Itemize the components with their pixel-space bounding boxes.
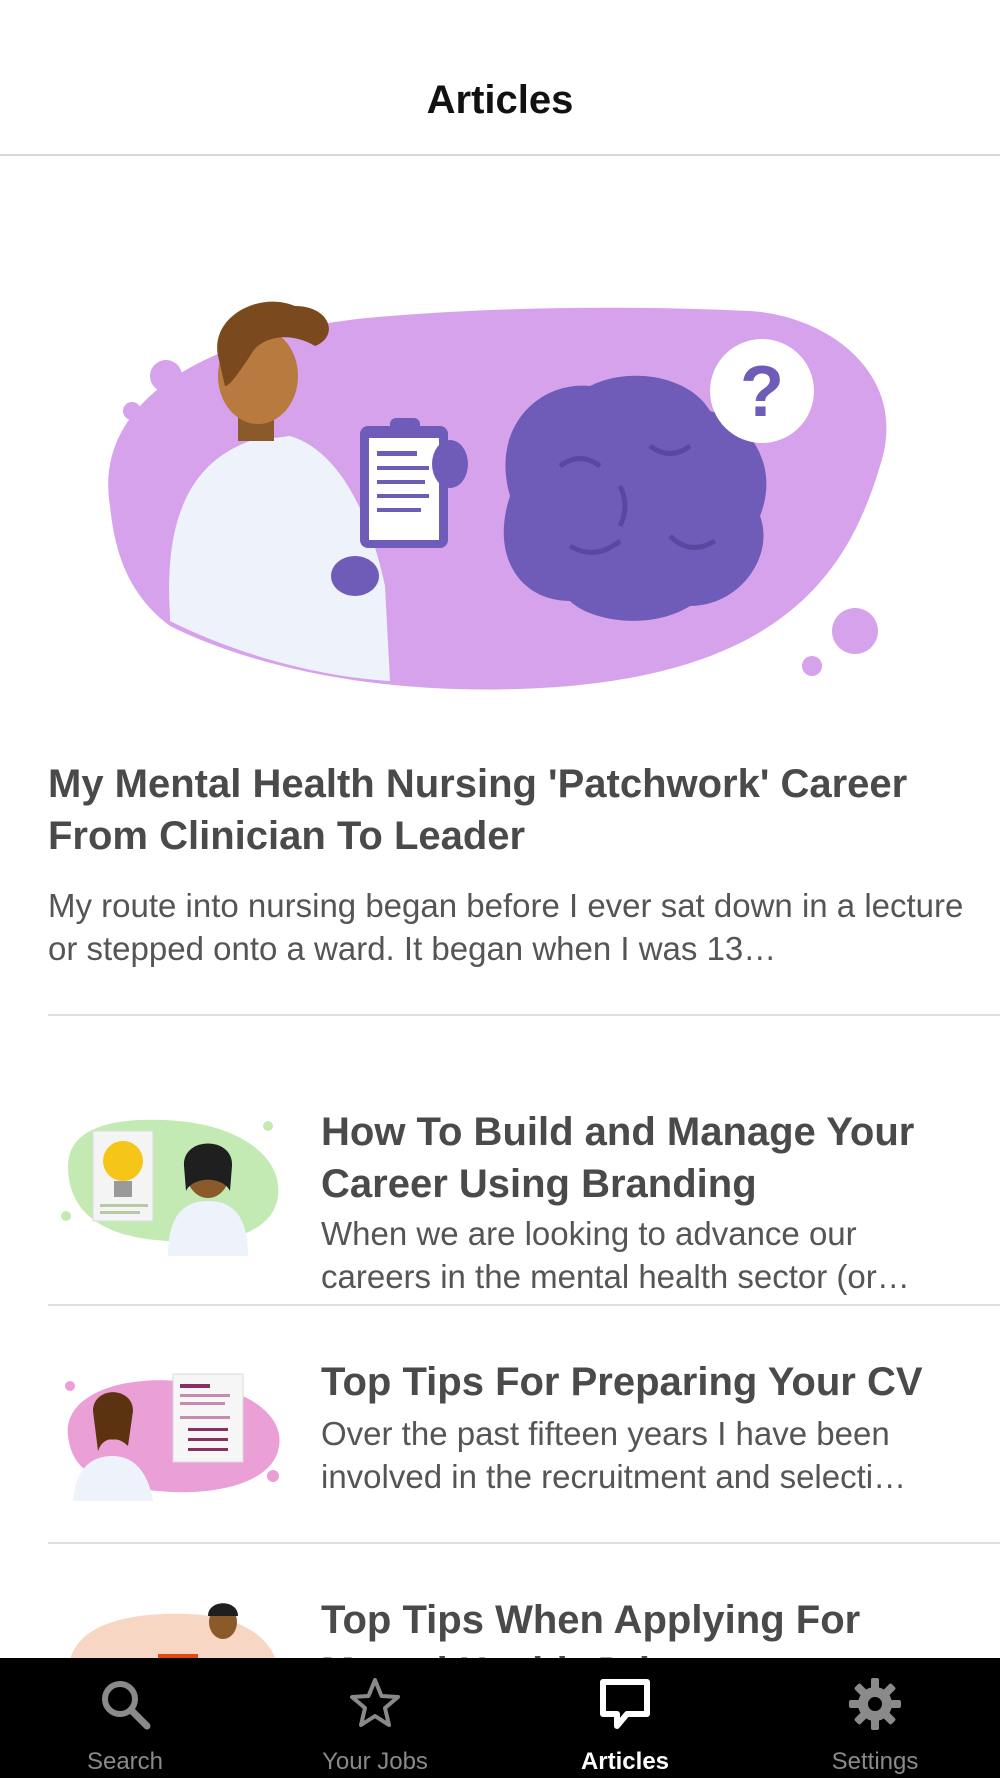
article-title[interactable]: Top Tips When Applying For Mental Health… <box>321 1594 981 1658</box>
featured-article-title[interactable]: My Mental Health Nursing 'Patchwork' Car… <box>48 758 948 862</box>
applying-thumbnail <box>70 1603 276 1658</box>
list-item[interactable]: How To Build and Manage Your Career Usin… <box>0 1016 1000 1304</box>
nav-header: Articles <box>0 0 1000 156</box>
tab-articles[interactable]: Articles <box>500 1658 750 1778</box>
tab-label: Articles <box>580 1748 670 1775</box>
article-excerpt: When we are looking to advance our caree… <box>321 1215 910 1295</box>
article-title[interactable]: Top Tips For Preparing Your CV <box>321 1356 981 1408</box>
article-excerpt: Over the past fifteen years I have been … <box>321 1415 907 1495</box>
star-icon <box>350 1678 400 1727</box>
branding-thumbnail <box>61 1119 279 1256</box>
tab-search[interactable]: Search <box>0 1658 250 1778</box>
svg-text:?: ? <box>740 352 784 432</box>
list-item[interactable]: Top Tips When Applying For Mental Health… <box>0 1544 1000 1658</box>
tab-bar: Search Your Jobs Articles Settings <box>0 1658 1000 1778</box>
page-title: Articles <box>426 78 574 122</box>
tab-label: Your Jobs <box>322 1748 428 1775</box>
tab-label: Search <box>86 1748 164 1775</box>
gear-icon <box>849 1678 901 1730</box>
tab-label: Settings <box>831 1748 919 1775</box>
cv-thumbnail <box>65 1373 280 1501</box>
chat-icon <box>600 1679 650 1729</box>
article-title[interactable]: How To Build and Manage Your Career Usin… <box>321 1106 981 1210</box>
tab-your-jobs[interactable]: Your Jobs <box>250 1658 500 1778</box>
articles-list[interactable]: ? My Mental Health Nursing 'Patchwork' C… <box>0 156 1000 1658</box>
search-icon <box>102 1681 151 1730</box>
tab-settings[interactable]: Settings <box>750 1658 1000 1778</box>
list-item[interactable]: Top Tips For Preparing Your CV Over the … <box>0 1306 1000 1544</box>
featured-article-excerpt: My route into nursing began before I eve… <box>48 887 964 967</box>
hero-illustration: ? <box>108 301 887 690</box>
